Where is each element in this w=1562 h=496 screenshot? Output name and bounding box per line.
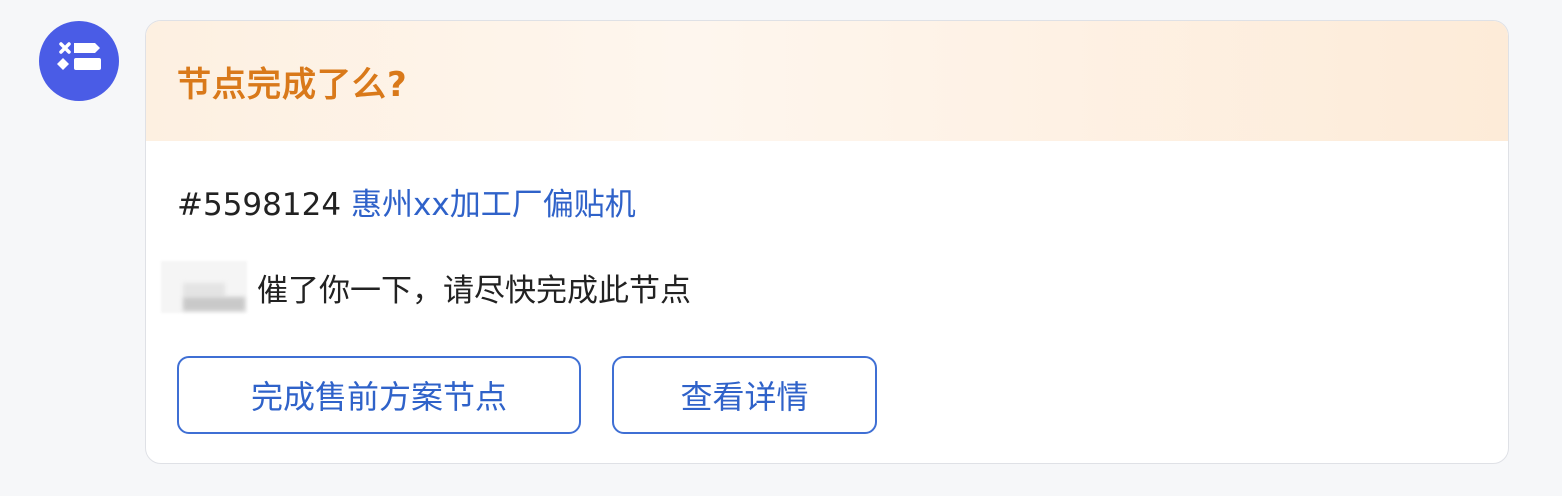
reference-line: #5598124 惠州xx加工厂偏贴机 — [177, 179, 636, 224]
complete-node-button[interactable]: 完成售前方案节点 — [177, 356, 581, 434]
mention-message: 催了你一下，请尽快完成此节点 — [257, 272, 691, 309]
view-details-button[interactable]: 查看详情 — [612, 356, 877, 434]
bot-avatar — [39, 21, 119, 101]
mention-line: 催了你一下，请尽快完成此节点 — [161, 261, 691, 313]
reference-link[interactable]: 惠州xx加工厂偏贴机 — [351, 187, 636, 223]
reference-id: #5598124 — [177, 187, 342, 223]
card-header: 节点完成了么? — [146, 21, 1508, 141]
card-title: 节点完成了么? — [177, 64, 408, 105]
task-list-icon — [57, 42, 101, 70]
blurred-user-name — [161, 261, 247, 313]
reminder-card: 节点完成了么? #5598124 惠州xx加工厂偏贴机 催了你一下，请尽快完成此节… — [145, 20, 1509, 464]
